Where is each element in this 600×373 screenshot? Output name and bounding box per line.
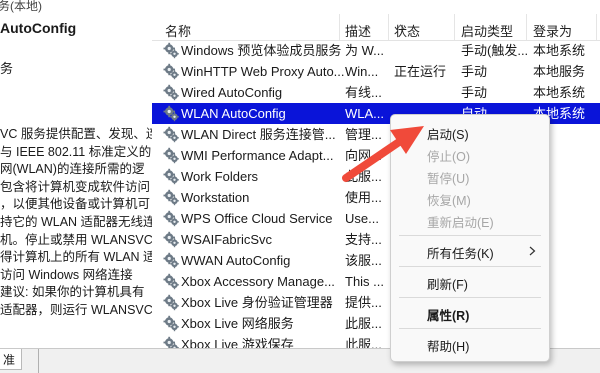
- service-name: WSAIFabricSvc: [181, 232, 273, 247]
- gear-icon: [163, 252, 180, 269]
- column-header-startup-type[interactable]: 启动类型: [461, 21, 513, 40]
- gear-icon: [163, 126, 180, 143]
- service-description: 为 W...: [345, 43, 385, 58]
- gear-icon: [163, 231, 180, 248]
- service-description: 该服...: [345, 253, 382, 268]
- service-status: 正在运行: [394, 64, 447, 79]
- service-title: AutoConfig: [0, 20, 77, 36]
- service-name: WinHTTP Web Proxy Auto...: [181, 64, 344, 79]
- service-row[interactable]: WinHTTP Web Proxy Auto... Win... 正在运行 手动 本地服…: [152, 61, 600, 82]
- gear-icon: [163, 210, 180, 227]
- gear-icon: [163, 147, 180, 164]
- section-label: 务: [0, 61, 14, 76]
- service-description: Win...: [345, 64, 379, 79]
- service-name: WPS Office Cloud Service: [181, 211, 333, 226]
- service-name: WLAN Direct 服务连接管...: [181, 127, 336, 142]
- gear-icon: [163, 189, 180, 206]
- service-name: WWAN AutoConfig: [181, 253, 291, 268]
- service-description-text: VC 服务提供配置、发现、连 与 IEEE 802.11 标准定义的 网(WLA…: [0, 127, 152, 317]
- menu-separator: [399, 297, 541, 298]
- menu-item-refresh[interactable]: 刷新(F): [427, 274, 468, 293]
- service-description: Use...: [345, 211, 379, 226]
- service-name: Work Folders: [181, 169, 259, 184]
- column-header-status[interactable]: 状态: [394, 21, 420, 40]
- gear-icon: [163, 84, 180, 101]
- service-description: 使用...: [345, 190, 382, 205]
- gear-icon: [163, 315, 180, 332]
- menu-item-properties[interactable]: 属性(R): [427, 305, 469, 324]
- gear-icon: [163, 273, 180, 290]
- menu-item-restart[interactable]: 重新启动(E): [427, 212, 494, 231]
- service-name: Xbox Accessory Manage...: [181, 274, 335, 289]
- menu-separator: [399, 235, 541, 236]
- service-row[interactable]: Wired AutoConfig 有线... 手动 本地系统: [152, 82, 600, 103]
- column-header-bar: 名称 描述 状态 启动类型 登录为: [152, 14, 600, 41]
- gear-icon: [163, 42, 180, 59]
- service-logon-as: 本地系统: [533, 85, 586, 100]
- service-name: Xbox Live 游戏保存: [181, 337, 294, 348]
- red-pointer-arrow-icon: [342, 126, 424, 182]
- service-startup-type: 手动: [461, 85, 488, 100]
- service-description: 此服...: [345, 316, 382, 331]
- service-description: 支持...: [345, 232, 382, 247]
- menu-item-all-tasks[interactable]: 所有任务(K): [427, 243, 494, 262]
- service-startup-type: 手动: [461, 64, 488, 79]
- service-name: Wired AutoConfig: [181, 85, 283, 100]
- service-name: Windows 预览体验成员服务: [181, 43, 342, 58]
- service-name: WLAN AutoConfig: [181, 106, 286, 121]
- menu-separator: [399, 328, 541, 329]
- service-name: Xbox Live 身份验证管理器: [181, 295, 333, 310]
- gear-icon: [163, 336, 180, 348]
- column-header-name[interactable]: 名称: [165, 21, 191, 40]
- pane-header: 务(本地): [0, 0, 42, 13]
- menu-item-resume[interactable]: 恢复(M): [427, 190, 471, 209]
- service-startup-type: 手动(触发...: [461, 43, 529, 58]
- menu-item-stop[interactable]: 停止(O): [427, 146, 470, 165]
- column-header-logon-as[interactable]: 登录为: [533, 21, 572, 40]
- menu-item-pause[interactable]: 暂停(U): [427, 168, 469, 187]
- tab-standard[interactable]: 准: [0, 349, 23, 370]
- service-description: This ...: [345, 274, 385, 289]
- menu-item-start[interactable]: 启动(S): [427, 124, 469, 143]
- gear-icon: [163, 168, 180, 185]
- gear-icon: [163, 63, 180, 80]
- service-name: WMI Performance Adapt...: [181, 148, 334, 163]
- menu-item-help[interactable]: 帮助(H): [427, 336, 469, 355]
- gear-icon: [163, 105, 180, 122]
- service-description: 有线...: [345, 85, 382, 100]
- service-logon-as: 本地服务: [533, 64, 586, 79]
- service-description: 此服...: [345, 337, 382, 348]
- menu-separator: [399, 266, 541, 267]
- chevron-right-icon: [529, 246, 536, 256]
- service-name: Workstation: [181, 190, 250, 205]
- service-description: 提供...: [345, 295, 382, 310]
- service-row[interactable]: Windows 预览体验成员服务为 W... 手动(触发... 本地系统: [152, 40, 600, 61]
- column-header-description[interactable]: 描述: [345, 21, 371, 40]
- service-description-pane: 务(本地) AutoConfig 务 VC 服务提供配置、发现、连 与 IEEE…: [0, 0, 152, 350]
- service-name: Xbox Live 网络服务: [181, 316, 294, 331]
- service-logon-as: 本地系统: [533, 43, 586, 58]
- gear-icon: [163, 294, 180, 311]
